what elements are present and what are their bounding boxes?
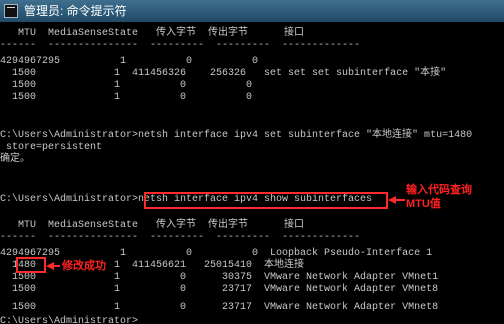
console-line: 1500 1 0 0: [0, 92, 253, 103]
console-line: 1500 1 0 30375 VMware Network Adapter VM…: [0, 272, 439, 283]
command-highlight-box: [144, 192, 388, 209]
console-line: store=persistent: [0, 142, 103, 153]
console-line: 1500 1 0 0: [0, 80, 253, 91]
console-line: 确定。: [0, 154, 30, 165]
console-line: MTU MediaSenseState 传入字节 传出字节 接口: [0, 220, 305, 231]
mtu-value-highlight-box: [16, 257, 46, 273]
window-title: 管理员: 命令提示符: [24, 4, 127, 18]
command-prompt-window: 管理员: 命令提示符 MTU MediaSenseState 传入字节 传出字节…: [0, 0, 504, 324]
console-line: 1500 1 411456326 256326 set set set subi…: [0, 68, 447, 79]
cmd-app-icon: [4, 4, 18, 18]
title-bar[interactable]: 管理员: 命令提示符: [0, 0, 504, 22]
console-line: ------ --------------- --------- -------…: [0, 232, 361, 243]
console-prompt: C:\Users\Administrator>: [0, 316, 139, 324]
console-line: 4294967295 1 0 0 Loopback Pseudo-Interfa…: [0, 248, 433, 259]
annotation-query-mtu-line2: MTU值: [406, 198, 441, 210]
console-line: MTU MediaSenseState 传入字节 传出字节 接口: [0, 28, 305, 39]
console-line: C:\Users\Administrator>netsh interface i…: [0, 130, 473, 141]
console-line: ------ --------------- --------- -------…: [0, 40, 361, 51]
console-line: 1500 1 0 23717 VMware Network Adapter VM…: [0, 302, 439, 313]
annotation-query-mtu-line1: 输入代码查询: [406, 184, 472, 196]
annotation-modify-success: 修改成功: [62, 260, 106, 272]
console-line: 1500 1 0 23717 VMware Network Adapter VM…: [0, 284, 439, 295]
console-line: 4294967295 1 0 0: [0, 56, 259, 67]
console-output[interactable]: MTU MediaSenseState 传入字节 传出字节 接口 ------ …: [0, 22, 504, 324]
